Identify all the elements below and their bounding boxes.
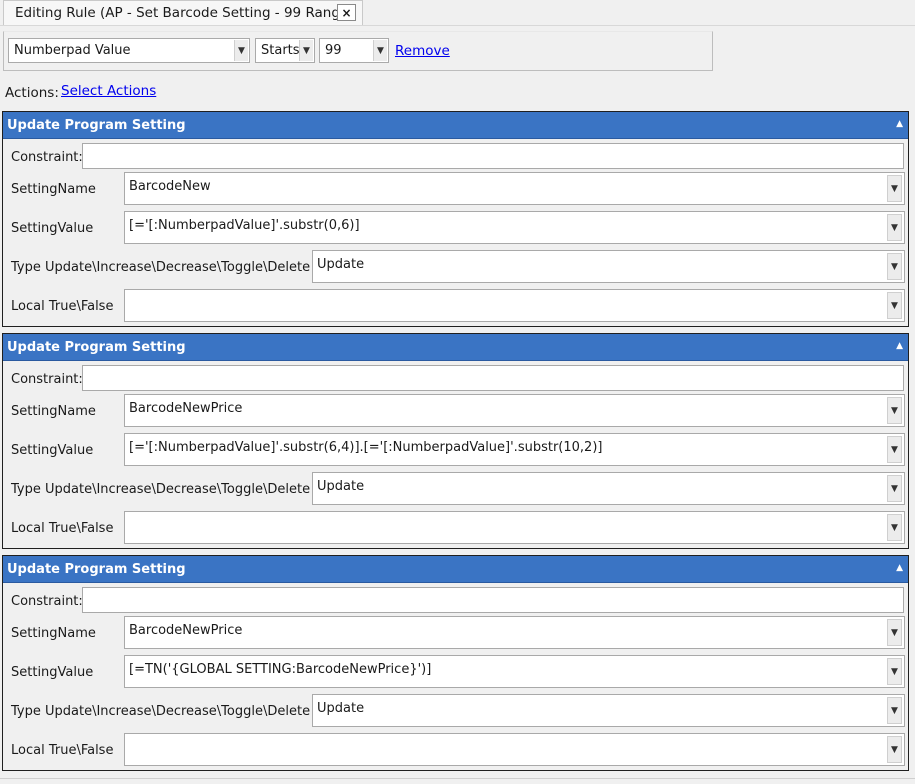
setting-name-label: SettingName <box>11 182 96 197</box>
panel-title: Update Program Setting <box>7 117 186 133</box>
chevron-down-icon[interactable]: ▼ <box>887 475 902 502</box>
condition-operator-select[interactable]: Starts ▼ <box>255 38 315 63</box>
local-label: Local True\False <box>11 521 114 536</box>
condition-value-text: 99 <box>325 43 342 58</box>
setting-value-text: [=TN('{GLOBAL SETTING:BarcodeNewPrice}')… <box>129 662 432 677</box>
editor-tab[interactable]: Editing Rule (AP - Set Barcode Setting -… <box>3 0 363 25</box>
chevron-down-icon[interactable]: ▼ <box>887 253 902 280</box>
local-combo[interactable]: ▼ <box>124 511 905 544</box>
chevron-down-icon[interactable]: ▼ <box>887 736 902 763</box>
constraint-label: Constraint: <box>11 150 83 165</box>
local-label: Local True\False <box>11 743 114 758</box>
chevron-down-icon[interactable]: ▼ <box>887 514 902 541</box>
chevron-down-icon[interactable]: ▼ <box>887 436 902 463</box>
setting-value-label: SettingValue <box>11 665 94 680</box>
constraint-label: Constraint: <box>11 594 83 609</box>
setting-name-value: BarcodeNewPrice <box>129 623 243 638</box>
local-combo[interactable]: ▼ <box>124 289 905 322</box>
setting-name-label: SettingName <box>11 626 96 641</box>
action-panel: Update Program Setting ▲ Constraint: Set… <box>2 555 909 771</box>
condition-operator-value: Starts <box>261 43 300 58</box>
condition-box: Numberpad Value ▼ Starts ▼ 99 ▼ Remove <box>3 31 713 71</box>
remove-condition-link[interactable]: Remove <box>395 43 450 59</box>
condition-value-select[interactable]: 99 ▼ <box>319 38 389 63</box>
type-combo[interactable]: Update ▼ <box>312 250 905 283</box>
tab-divider <box>0 25 915 26</box>
action-panel: Update Program Setting ▲ Constraint: Set… <box>2 333 909 549</box>
panel-header[interactable]: Update Program Setting ▲ <box>3 112 908 139</box>
collapse-up-icon[interactable]: ▲ <box>896 341 903 351</box>
constraint-input[interactable] <box>82 365 904 391</box>
chevron-down-icon[interactable]: ▼ <box>299 40 313 61</box>
select-actions-link[interactable]: Select Actions <box>61 83 156 99</box>
chevron-down-icon[interactable]: ▼ <box>887 214 902 241</box>
setting-name-combo[interactable]: BarcodeNewPrice ▼ <box>124 616 905 649</box>
setting-value-label: SettingValue <box>11 221 94 236</box>
type-label: Type Update\Increase\Decrease\Toggle\Del… <box>11 704 311 719</box>
type-combo[interactable]: Update ▼ <box>312 472 905 505</box>
setting-name-combo[interactable]: BarcodeNewPrice ▼ <box>124 394 905 427</box>
chevron-down-icon[interactable]: ▼ <box>887 619 902 646</box>
setting-value-combo[interactable]: [='[:NumberpadValue]'.substr(6,4)].[='[:… <box>124 433 905 466</box>
chevron-down-icon[interactable]: ▼ <box>887 658 902 685</box>
constraint-input[interactable] <box>82 143 904 169</box>
chevron-down-icon[interactable]: ▼ <box>373 40 387 61</box>
condition-field-value: Numberpad Value <box>14 43 131 58</box>
setting-name-label: SettingName <box>11 404 96 419</box>
panel-title: Update Program Setting <box>7 339 186 355</box>
type-value: Update <box>317 257 365 272</box>
setting-value-combo[interactable]: [='[:NumberpadValue]'.substr(0,6)] ▼ <box>124 211 905 244</box>
local-combo[interactable]: ▼ <box>124 733 905 766</box>
setting-value-label: SettingValue <box>11 443 94 458</box>
type-label: Type Update\Increase\Decrease\Toggle\Del… <box>11 260 311 275</box>
bottom-divider <box>0 778 915 779</box>
constraint-label: Constraint: <box>11 372 83 387</box>
panel-title: Update Program Setting <box>7 561 186 577</box>
type-combo[interactable]: Update ▼ <box>312 694 905 727</box>
setting-name-value: BarcodeNew <box>129 179 211 194</box>
collapse-up-icon[interactable]: ▲ <box>896 563 903 573</box>
tab-title: Editing Rule (AP - Set Barcode Setting -… <box>15 5 354 21</box>
collapse-up-icon[interactable]: ▲ <box>896 119 903 129</box>
type-label: Type Update\Increase\Decrease\Toggle\Del… <box>11 482 311 497</box>
action-panel: Update Program Setting ▲ Constraint: Set… <box>2 111 909 327</box>
close-icon[interactable]: × <box>337 4 356 21</box>
setting-value-text: [='[:NumberpadValue]'.substr(0,6)] <box>129 218 360 233</box>
chevron-down-icon[interactable]: ▼ <box>887 292 902 319</box>
setting-value-text: [='[:NumberpadValue]'.substr(6,4)].[='[:… <box>129 440 603 455</box>
actions-label: Actions: <box>5 85 59 101</box>
chevron-down-icon[interactable]: ▼ <box>887 697 902 724</box>
type-value: Update <box>317 479 365 494</box>
setting-name-combo[interactable]: BarcodeNew ▼ <box>124 172 905 205</box>
chevron-down-icon[interactable]: ▼ <box>234 40 248 61</box>
chevron-down-icon[interactable]: ▼ <box>887 397 902 424</box>
constraint-input[interactable] <box>82 587 904 613</box>
panel-header[interactable]: Update Program Setting ▲ <box>3 556 908 583</box>
panel-header[interactable]: Update Program Setting ▲ <box>3 334 908 361</box>
condition-field-select[interactable]: Numberpad Value ▼ <box>8 38 250 63</box>
setting-name-value: BarcodeNewPrice <box>129 401 243 416</box>
setting-value-combo[interactable]: [=TN('{GLOBAL SETTING:BarcodeNewPrice}')… <box>124 655 905 688</box>
type-value: Update <box>317 701 365 716</box>
chevron-down-icon[interactable]: ▼ <box>887 175 902 202</box>
local-label: Local True\False <box>11 299 114 314</box>
